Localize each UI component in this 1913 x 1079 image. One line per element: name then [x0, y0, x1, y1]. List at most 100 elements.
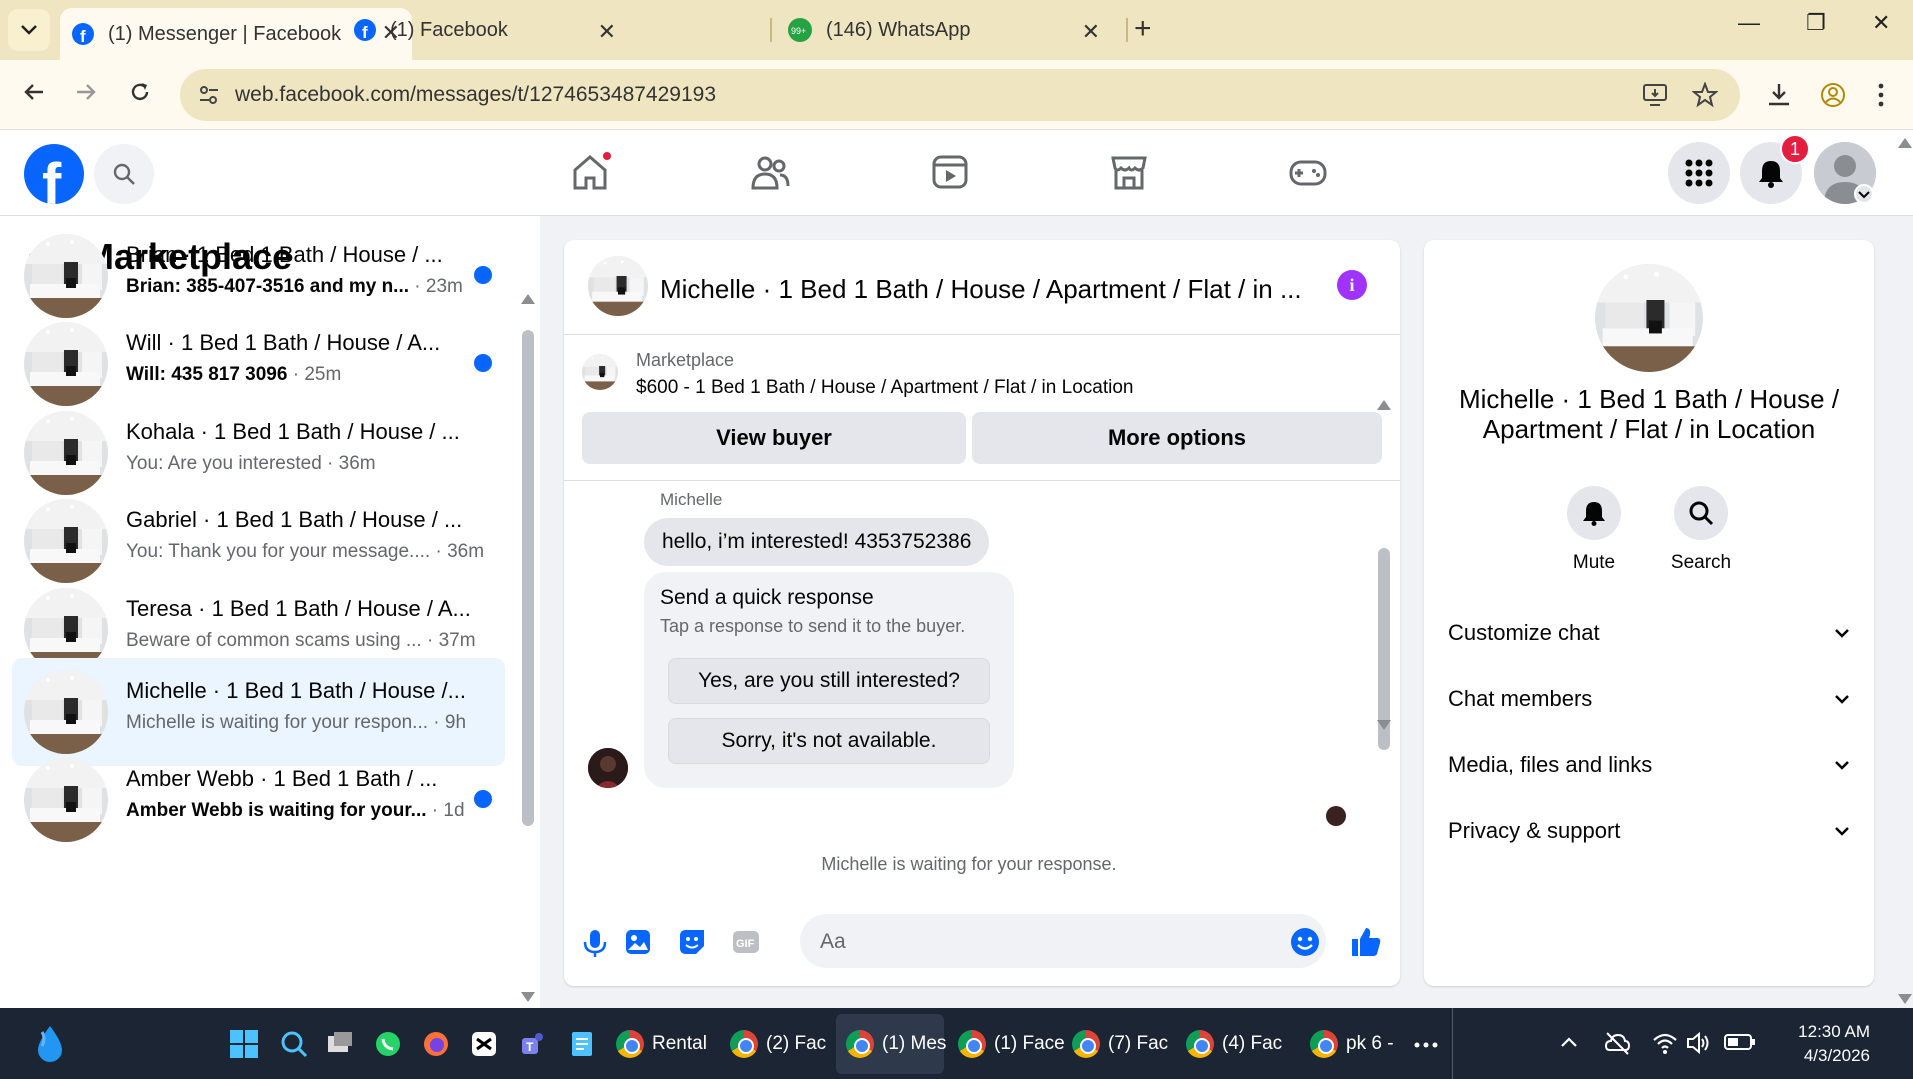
chat-panel: Michelle · 1 Bed 1 Bath / House / Apartm… — [564, 240, 1400, 986]
marketplace-icon[interactable] — [1109, 152, 1149, 192]
close-tab-icon[interactable]: ✕ — [1082, 19, 1100, 45]
privacy-support-row[interactable]: Privacy & support — [1448, 806, 1850, 856]
battery-icon[interactable] — [1724, 1032, 1756, 1052]
chat-title[interactable]: Michelle · 1 Bed 1 Bath / House / Apartm… — [660, 274, 1302, 305]
chevron-up-icon[interactable] — [1560, 1036, 1578, 1048]
more-options-button[interactable]: More options — [972, 412, 1382, 464]
chrome-icon — [730, 1030, 758, 1058]
close-window-icon[interactable]: ✕ — [1872, 10, 1890, 36]
tab-search-button[interactable] — [8, 9, 50, 51]
minimize-icon[interactable]: — — [1738, 10, 1760, 36]
search-icon — [1689, 501, 1714, 526]
menu-button[interactable] — [1668, 142, 1730, 204]
site-info-icon[interactable] — [198, 84, 220, 106]
taskbar-window-label: pk 6 - — [1346, 1033, 1394, 1054]
tab-title: (1) Messenger | Facebook — [108, 22, 342, 45]
account-chevron-icon[interactable] — [1854, 184, 1874, 204]
friends-icon[interactable] — [750, 152, 790, 192]
sender-avatar[interactable] — [588, 748, 628, 788]
customize-chat-row[interactable]: Customize chat — [1448, 608, 1850, 658]
listing-photo-icon — [1595, 264, 1703, 372]
profile-icon[interactable] — [1820, 82, 1846, 108]
reload-icon[interactable] — [128, 80, 152, 104]
search-action[interactable]: Search — [1661, 486, 1741, 574]
details-avatar[interactable] — [1595, 264, 1703, 372]
taskbar-chrome-window[interactable]: pk 6 - — [1310, 1026, 1394, 1062]
conversation-name: Amber Webb · 1 Bed 1 Bath / ... — [126, 766, 438, 791]
video-icon[interactable] — [930, 152, 970, 192]
scroll-up-arrow-icon[interactable] — [521, 294, 535, 304]
downloads-icon[interactable] — [1766, 82, 1792, 108]
mute-action[interactable]: Mute — [1554, 486, 1634, 574]
view-buyer-button[interactable]: View buyer — [582, 412, 966, 464]
conversation-list-scrollbar[interactable] — [522, 330, 534, 826]
facebook-logo-icon[interactable]: f — [24, 144, 84, 204]
volume-icon[interactable] — [1686, 1030, 1712, 1056]
page-scroll-down-icon[interactable] — [1898, 994, 1912, 1004]
thumbs-up-icon[interactable] — [1350, 926, 1382, 958]
taskbar-chrome-window[interactable]: (2) Fac — [730, 1026, 826, 1062]
chat-details-panel: Michelle · 1 Bed 1 Bath / House / Apartm… — [1424, 240, 1874, 986]
clock[interactable]: 12:30 AM 4/3/2026 — [1770, 1020, 1870, 1068]
close-tab-icon[interactable]: ✕ — [598, 19, 616, 45]
forward-icon[interactable] — [74, 80, 98, 104]
preview-separator: · — [421, 630, 439, 651]
whatsapp-icon[interactable] — [374, 1030, 402, 1058]
water-drop-icon[interactable] — [32, 1024, 68, 1064]
sticker-icon[interactable] — [678, 928, 706, 956]
notepad-icon[interactable] — [568, 1030, 596, 1058]
gif-icon[interactable]: GIF — [732, 928, 760, 956]
tab-whatsapp[interactable]: 99+ (146) WhatsApp ✕ — [776, 7, 1112, 53]
chat-avatar[interactable] — [588, 256, 648, 316]
details-name: Michelle · 1 Bed 1 Bath / House / Apartm… — [1458, 384, 1840, 444]
tab-facebook[interactable]: f (1) Facebook ✕ — [340, 7, 630, 53]
omnibox[interactable]: web.facebook.com/messages/t/127465348742… — [180, 69, 1740, 121]
more-apps-icon[interactable] — [1414, 1042, 1438, 1048]
chat-members-row[interactable]: Chat members — [1448, 674, 1850, 724]
listing-text[interactable]: $600 - 1 Bed 1 Bath / House / Apartment … — [636, 377, 1133, 399]
firefox-icon[interactable] — [422, 1030, 450, 1058]
back-icon[interactable] — [22, 80, 46, 104]
taskbar-chrome-window[interactable]: Rental — [616, 1026, 707, 1062]
gaming-icon[interactable] — [1288, 152, 1328, 192]
message-input[interactable]: Aa — [800, 914, 1326, 968]
capcut-icon[interactable] — [470, 1030, 498, 1058]
scroll-down-arrow-icon[interactable] — [521, 992, 535, 1002]
cloud-offline-icon[interactable] — [1604, 1030, 1630, 1056]
taskbar-window-label: (7) Fac — [1108, 1033, 1169, 1054]
emoji-icon[interactable] — [1290, 927, 1320, 957]
conversation-item[interactable]: Amber Webb · 1 Bed 1 Bath / ... Amber Web… — [12, 746, 505, 854]
info-icon[interactable]: i — [1337, 270, 1367, 300]
listing-thumbnail[interactable] — [582, 354, 618, 390]
photo-icon[interactable] — [624, 928, 652, 956]
scroll-up-arrow-icon[interactable] — [1377, 400, 1391, 410]
taskbar-chrome-window[interactable]: (1) Mes — [846, 1026, 946, 1062]
new-tab-icon[interactable]: + — [1134, 12, 1152, 46]
conversation-avatar — [24, 234, 108, 318]
task-view-icon[interactable] — [326, 1030, 354, 1058]
message-bubble[interactable]: hello, i’m interested! 4353752386 — [644, 518, 990, 566]
page-scroll-up-icon[interactable] — [1898, 138, 1912, 148]
windows-start-icon[interactable] — [230, 1030, 258, 1058]
seen-indicator-avatar — [1326, 806, 1346, 826]
facebook-header: f — [0, 130, 1913, 216]
scroll-down-arrow-icon[interactable] — [1377, 720, 1391, 730]
quick-response-yes-button[interactable]: Yes, are you still interested? — [668, 658, 990, 704]
tab-separator — [1126, 18, 1128, 42]
bookmark-star-icon[interactable] — [1692, 82, 1718, 108]
teams-icon[interactable]: T — [518, 1030, 546, 1058]
microphone-icon[interactable] — [582, 928, 608, 958]
taskbar-window-label: (2) Fac — [766, 1033, 827, 1054]
wifi-icon[interactable] — [1652, 1030, 1678, 1056]
restore-icon[interactable]: ❐ — [1806, 10, 1826, 36]
install-app-icon[interactable] — [1642, 82, 1668, 108]
taskbar-chrome-window[interactable]: (1) Face — [958, 1026, 1065, 1062]
media-files-links-row[interactable]: Media, files and links — [1448, 740, 1850, 790]
taskbar-chrome-window[interactable]: (7) Fac — [1072, 1026, 1168, 1062]
taskbar-search-icon[interactable] — [280, 1030, 308, 1058]
quick-response-card: Send a quick response Tap a response to … — [644, 572, 1014, 788]
facebook-search-button[interactable] — [94, 144, 154, 204]
browser-menu-icon[interactable] — [1876, 82, 1886, 108]
taskbar-chrome-window[interactable]: (4) Fac — [1186, 1026, 1282, 1062]
quick-response-no-button[interactable]: Sorry, it's not available. — [668, 718, 990, 764]
